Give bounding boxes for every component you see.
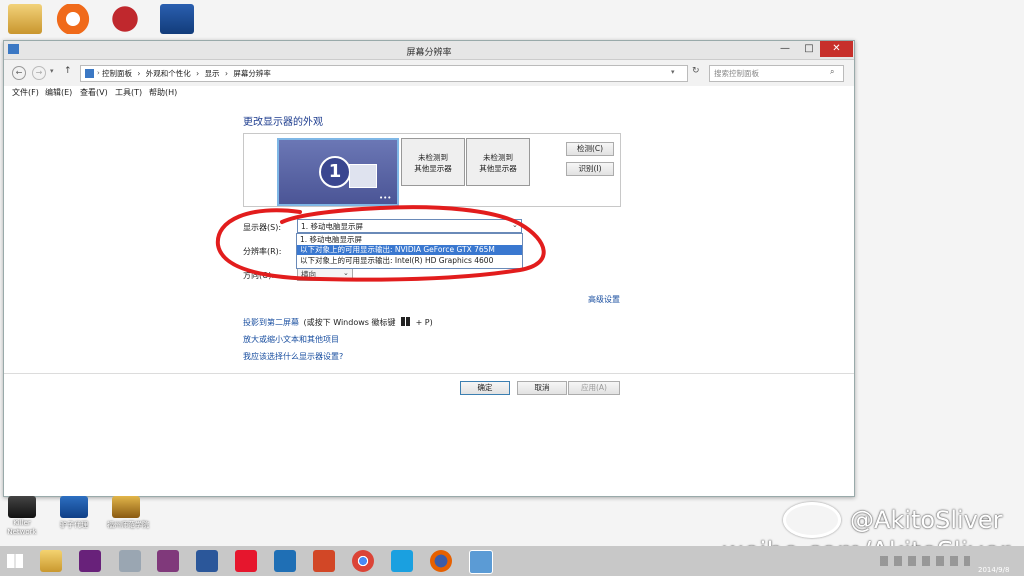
red-annotation-circle — [215, 205, 546, 282]
weibo-app-icon[interactable] — [235, 550, 257, 572]
word-icon[interactable] — [196, 550, 218, 572]
desktop-icon-label: 驴子代理 — [60, 521, 88, 529]
desktop-icon-label: 福州师范学院 — [107, 521, 149, 529]
firefox-icon[interactable] — [430, 550, 452, 572]
powerpoint-icon[interactable] — [313, 550, 335, 572]
taskbar: 2014/9/8 — [0, 546, 1024, 576]
desktop-school-icon[interactable] — [112, 496, 140, 518]
onenote-icon[interactable] — [157, 550, 179, 572]
start-windows-icon[interactable] — [7, 554, 23, 568]
display-settings-icon[interactable] — [469, 550, 493, 574]
desktop-proxy-icon[interactable] — [60, 496, 88, 518]
clock-date[interactable]: 2014/9/8 — [978, 566, 1009, 574]
desktop-killer-network-icon[interactable] — [8, 496, 36, 518]
tray-icons[interactable] — [880, 556, 970, 566]
watermark-handle: @AkitoSliver — [850, 506, 1003, 534]
visual-studio-icon[interactable] — [79, 550, 101, 572]
mail-icon[interactable] — [274, 550, 296, 572]
desktop-icon-label: Killer Network — [7, 519, 37, 536]
chrome-icon[interactable] — [352, 550, 374, 572]
tools-icon[interactable] — [119, 550, 141, 572]
qq-icon[interactable] — [391, 550, 413, 572]
weibo-logo-icon — [783, 502, 841, 538]
file-explorer-icon[interactable] — [40, 550, 62, 572]
